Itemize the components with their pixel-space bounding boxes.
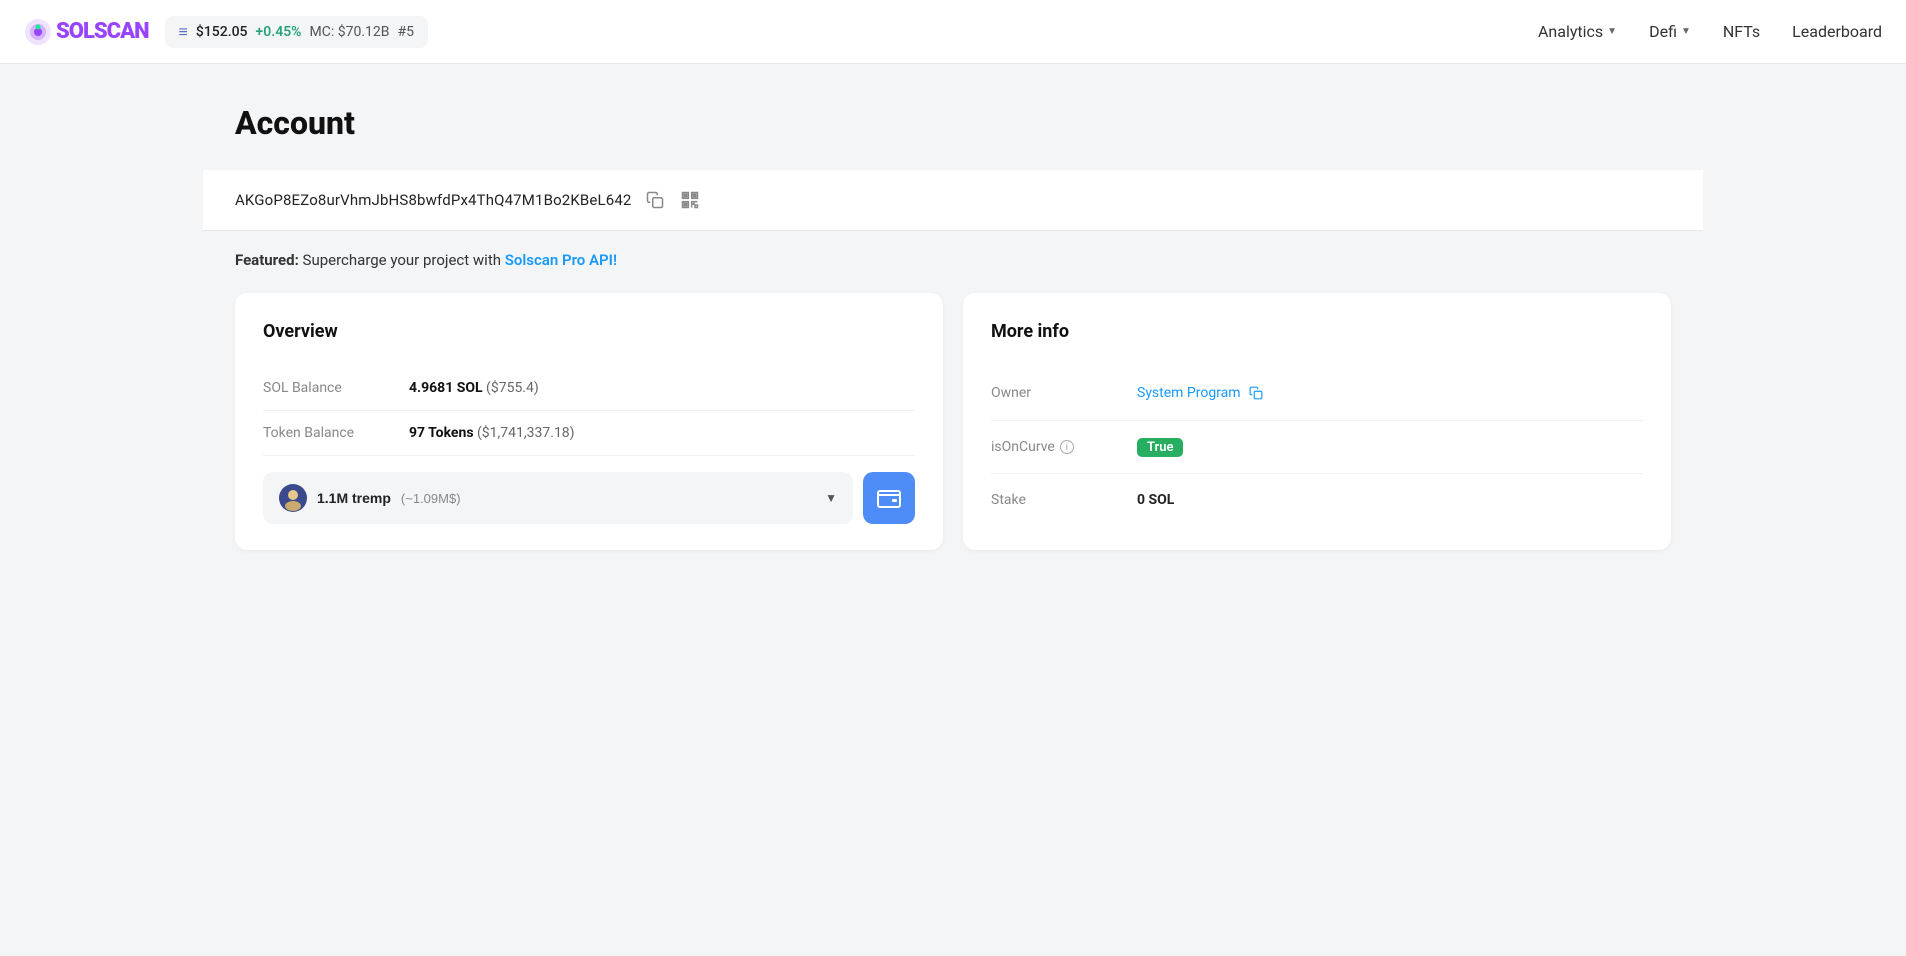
token-balance-label: Token Balance	[263, 425, 393, 441]
nav-item-leaderboard[interactable]: Leaderboard	[1792, 22, 1882, 41]
token-selector-row: 1.1M tremp (~1.09M$) ▼	[263, 472, 915, 524]
page-title: Account	[235, 104, 1671, 142]
owner-label: Owner	[991, 385, 1121, 401]
token-avatar-image	[279, 484, 307, 512]
featured-banner: Featured: Supercharge your project with …	[235, 251, 1671, 269]
price-badge: ≡ $152.05 +0.45% MC: $70.12B #5	[165, 16, 428, 48]
logo-icon	[24, 18, 52, 46]
copy-icon	[646, 191, 664, 209]
copy-address-button[interactable]	[644, 189, 666, 211]
owner-row: Owner System Program	[991, 366, 1643, 421]
nav-label-nfts: NFTs	[1723, 22, 1760, 41]
token-usd: (~1.09M$)	[401, 491, 461, 506]
price-value: $152.05	[196, 24, 248, 40]
header-nav: Analytics ▼ Defi ▼ NFTs Leaderboard	[1538, 22, 1882, 41]
address-bar: AKGoP8EZo8urVhmJbHS8bwfdPx4ThQ47M1Bo2KBe…	[203, 170, 1703, 231]
sol-balance-label: SOL Balance	[263, 380, 393, 396]
nav-item-analytics[interactable]: Analytics ▼	[1538, 22, 1617, 41]
price-rank: #5	[398, 24, 415, 40]
qr-code-button[interactable]	[678, 188, 702, 212]
nav-label-leaderboard: Leaderboard	[1792, 22, 1882, 41]
token-balance-value: 97 Tokens ($1,741,337.18)	[409, 425, 575, 441]
owner-link[interactable]: System Program	[1137, 384, 1265, 402]
nav-label-defi: Defi	[1649, 22, 1677, 41]
logo-text: SOLSCAN	[56, 19, 149, 44]
token-name: 1.1M tremp	[317, 490, 391, 506]
stake-value: 0 SOL	[1137, 492, 1174, 508]
featured-link[interactable]: Solscan Pro API!	[505, 251, 617, 269]
owner-value: System Program	[1137, 384, 1265, 402]
token-select-dropdown[interactable]: 1.1M tremp (~1.09M$) ▼	[263, 472, 853, 524]
is-on-curve-value: True	[1137, 439, 1183, 455]
overview-card: Overview SOL Balance 4.9681 SOL ($755.4)…	[235, 293, 943, 550]
copy-owner-icon	[1249, 386, 1263, 400]
cards-row: Overview SOL Balance 4.9681 SOL ($755.4)…	[235, 293, 1671, 550]
sol-stack-icon: ≡	[179, 22, 188, 42]
header-left: SOLSCAN ≡ $152.05 +0.45% MC: $70.12B #5	[24, 16, 428, 48]
wallet-icon	[877, 488, 901, 508]
copy-owner-button[interactable]	[1247, 384, 1265, 402]
price-mc: MC: $70.12B	[310, 24, 390, 40]
overview-title: Overview	[263, 321, 915, 342]
main-content: Account AKGoP8EZo8urVhmJbHS8bwfdPx4ThQ47…	[203, 64, 1703, 590]
more-info-title: More info	[991, 321, 1643, 342]
logo[interactable]: SOLSCAN	[24, 18, 149, 46]
is-on-curve-label: isOnCurve i	[991, 439, 1121, 455]
stake-label: Stake	[991, 492, 1121, 508]
price-change: +0.45%	[256, 24, 302, 40]
nav-item-defi[interactable]: Defi ▼	[1649, 22, 1691, 41]
true-badge: True	[1137, 438, 1183, 457]
token-dropdown-arrow: ▼	[825, 491, 837, 505]
sol-balance-row: SOL Balance 4.9681 SOL ($755.4)	[263, 366, 915, 411]
featured-label: Featured:	[235, 251, 299, 269]
nav-item-nfts[interactable]: NFTs	[1723, 22, 1760, 41]
featured-desc: Supercharge your project with	[303, 251, 505, 269]
is-on-curve-info-icon[interactable]: i	[1060, 440, 1074, 454]
analytics-dropdown-arrow: ▼	[1607, 26, 1617, 37]
qr-icon	[680, 190, 700, 210]
account-address: AKGoP8EZo8urVhmJbHS8bwfdPx4ThQ47M1Bo2KBe…	[235, 191, 632, 209]
nav-label-analytics: Analytics	[1538, 22, 1603, 41]
sol-balance-value: 4.9681 SOL ($755.4)	[409, 380, 539, 396]
token-avatar	[279, 484, 307, 512]
more-info-card: More info Owner System Program	[963, 293, 1671, 550]
token-wallet-button[interactable]	[863, 472, 915, 524]
header: SOLSCAN ≡ $152.05 +0.45% MC: $70.12B #5 …	[0, 0, 1906, 64]
stake-row: Stake 0 SOL	[991, 474, 1643, 526]
defi-dropdown-arrow: ▼	[1681, 26, 1691, 37]
is-on-curve-row: isOnCurve i True	[991, 421, 1643, 474]
token-balance-row: Token Balance 97 Tokens ($1,741,337.18)	[263, 411, 915, 456]
